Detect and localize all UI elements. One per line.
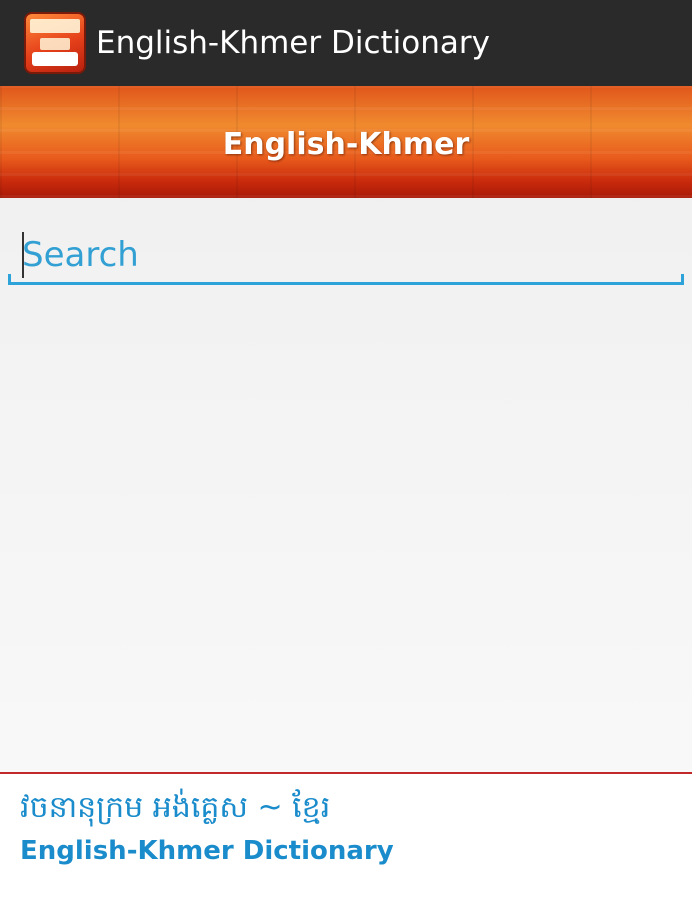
footer-english-title: English-Khmer Dictionary <box>20 836 394 866</box>
search-field[interactable] <box>8 226 684 286</box>
app-title: English-Khmer Dictionary <box>96 25 490 61</box>
footer-khmer-title: វចនានុក្រម អង់គ្លេស ~ ខ្មែរ <box>20 790 331 825</box>
search-underline <box>8 282 684 285</box>
app-icon-glyph-bottom <box>32 52 78 66</box>
footer: វចនានុក្រម អង់គ្លេស ~ ខ្មែរ English-Khme… <box>0 774 692 900</box>
app-icon-glyph-top <box>30 19 80 33</box>
action-bar: English-Khmer Dictionary <box>0 0 692 86</box>
text-cursor <box>22 232 24 278</box>
app-icon-glyph-mid <box>40 38 70 50</box>
header-banner: English-Khmer <box>0 86 692 198</box>
banner-title: English-Khmer <box>222 126 470 162</box>
dictionary-app-icon[interactable] <box>24 12 86 74</box>
search-input[interactable] <box>8 226 684 284</box>
search-underline-right-tick <box>681 274 684 285</box>
